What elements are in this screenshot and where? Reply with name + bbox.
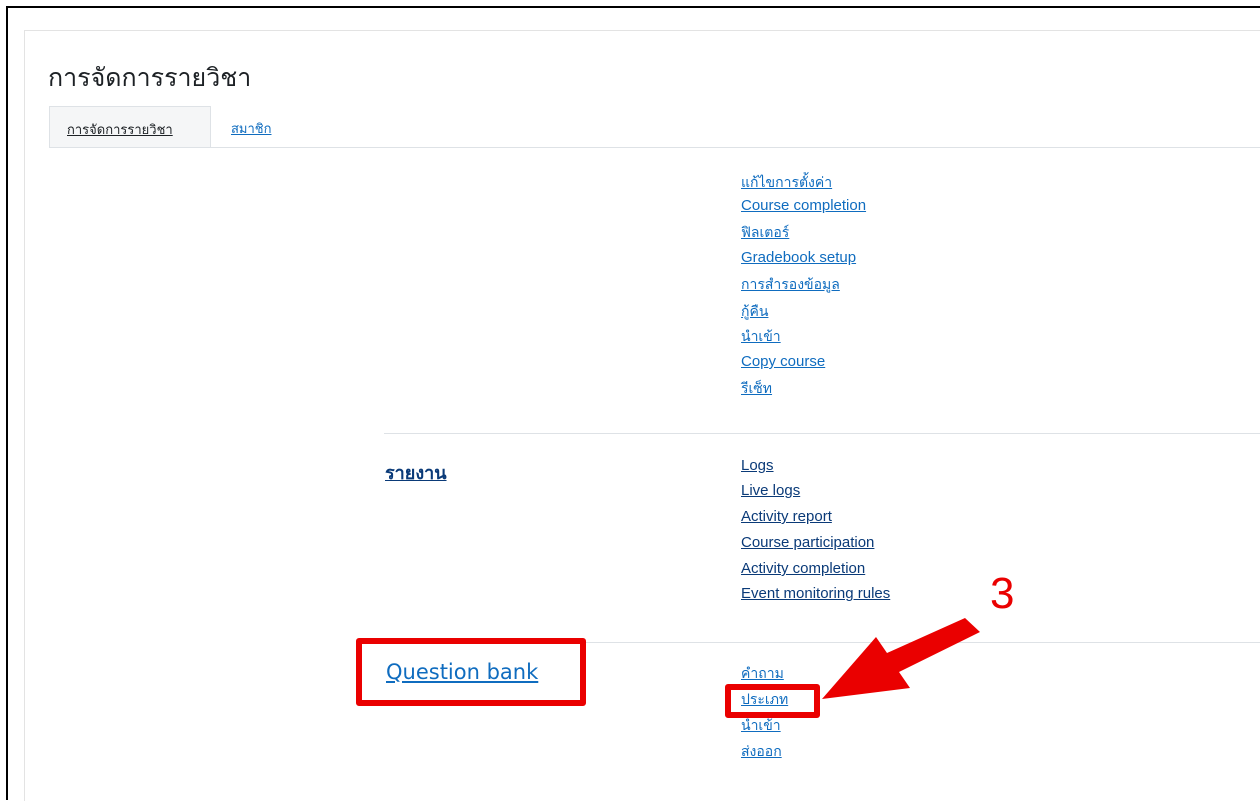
link-edit-settings[interactable]: แก้ไขการตั้งค่า [741,172,832,194]
link-logs[interactable]: Logs [741,457,774,474]
page-title: การจัดการรายวิชา [48,63,252,92]
link-copy-course[interactable]: Copy course [741,353,825,370]
link-qb-import[interactable]: นำเข้า [741,715,781,737]
link-event-monitoring-rules[interactable]: Event monitoring rules [741,585,890,602]
highlight-box-categories [725,684,820,718]
link-import[interactable]: นำเข้า [741,326,781,348]
highlight-box-question-bank [356,638,586,706]
link-reset[interactable]: รีเซ็ท [741,378,772,400]
tab-members-label[interactable]: สมาชิก [231,118,272,139]
link-restore[interactable]: กู้คืน [741,301,768,323]
link-course-completion[interactable]: Course completion [741,197,866,214]
link-filters[interactable]: ฟิลเตอร์ [741,222,789,244]
link-questions[interactable]: คำถาม [741,663,784,685]
link-gradebook-setup[interactable]: Gradebook setup [741,249,856,266]
link-activity-report[interactable]: Activity report [741,508,832,525]
tab-course-admin[interactable]: การจัดการรายวิชา [49,106,211,148]
link-live-logs[interactable]: Live logs [741,482,800,499]
step-number: 3 [990,569,1015,618]
link-course-participation[interactable]: Course participation [741,534,874,551]
link-backup[interactable]: การสำรองข้อมูล [741,274,840,296]
link-export[interactable]: ส่งออก [741,741,782,763]
section-divider [384,433,1260,434]
reports-heading[interactable]: รายงาน [385,458,447,487]
link-activity-completion[interactable]: Activity completion [741,560,865,577]
tab-divider [49,147,1260,148]
tab-members[interactable]: สมาชิก [212,106,302,148]
tab-course-admin-label[interactable]: การจัดการรายวิชา [67,119,173,140]
